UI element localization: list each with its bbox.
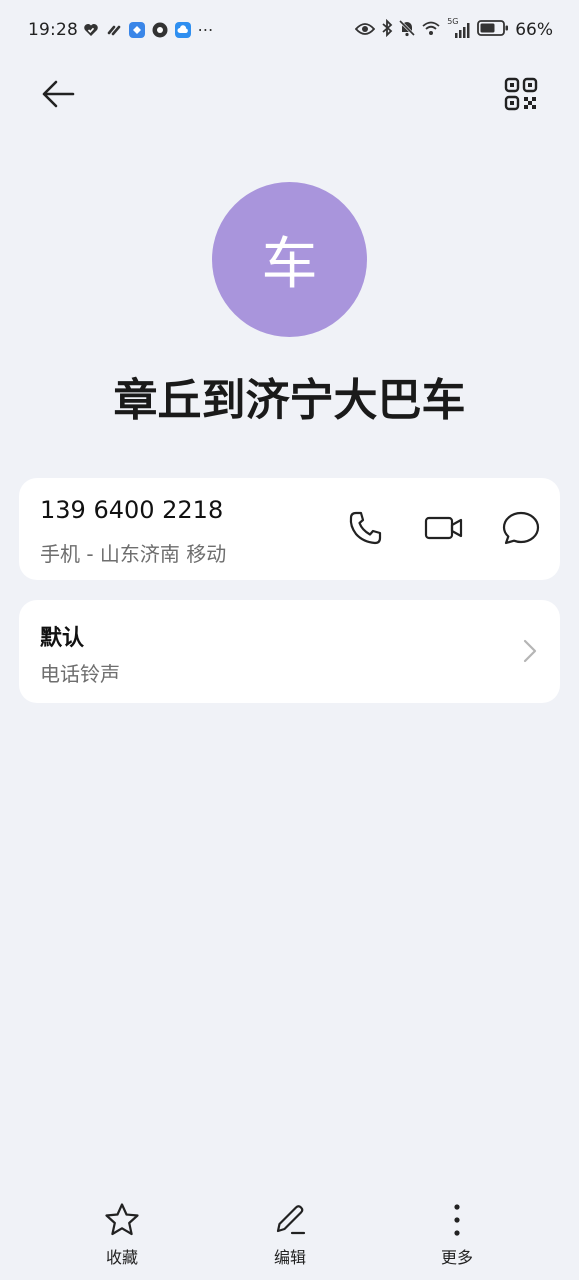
mute-bell-icon xyxy=(399,19,416,41)
contact-name: 章丘到济宁大巴车 xyxy=(113,375,466,426)
more-vertical-icon xyxy=(407,1200,507,1240)
ringtone-label: 电话铃声 xyxy=(40,662,120,686)
app-blue-icon xyxy=(128,21,145,38)
bluetooth-icon xyxy=(381,18,393,41)
favorite-button[interactable]: 收藏 xyxy=(72,1200,172,1268)
status-time: 19:28 xyxy=(28,20,78,40)
battery-percent: 66% xyxy=(515,20,553,40)
avatar-initial: 车 xyxy=(261,232,318,297)
phone-card[interactable]: 139 6400 2218 手机 - 山东济南 移动 xyxy=(19,478,560,580)
phone-call-icon xyxy=(348,510,384,550)
message-button[interactable] xyxy=(499,508,543,552)
arrow-left-icon xyxy=(41,79,75,113)
favorite-label: 收藏 xyxy=(105,1248,138,1267)
cloud-app-icon xyxy=(174,21,191,38)
phone-number[interactable]: 139 6400 2218 xyxy=(40,496,223,524)
link-icon xyxy=(105,21,122,38)
avatar[interactable]: 车 xyxy=(212,182,367,337)
call-button[interactable] xyxy=(344,508,388,552)
message-icon xyxy=(502,510,540,550)
ringtone-card[interactable]: 默认 电话铃声 xyxy=(19,600,560,703)
chevron-right-icon xyxy=(518,636,542,666)
video-call-button[interactable] xyxy=(422,508,466,552)
edit-button[interactable]: 编辑 xyxy=(240,1200,340,1268)
back-button[interactable] xyxy=(34,72,82,120)
edit-label: 编辑 xyxy=(273,1248,306,1267)
video-call-icon xyxy=(424,514,464,546)
qr-code-button[interactable] xyxy=(497,72,545,120)
status-right: 5G 66% xyxy=(354,17,553,41)
wifi-icon xyxy=(421,20,441,40)
battery-icon xyxy=(477,19,509,41)
phone-label: 手机 - 山东济南 移动 xyxy=(40,542,227,566)
chat-bubble-icon xyxy=(151,21,168,38)
qr-code-icon xyxy=(504,77,538,115)
more-label: 更多 xyxy=(440,1248,473,1267)
more-dots-icon: ⋯ xyxy=(197,20,214,39)
more-button[interactable]: 更多 xyxy=(407,1200,507,1268)
status-left-icons: ⋯ xyxy=(82,20,214,39)
ringtone-value: 默认 xyxy=(40,626,85,651)
eye-icon xyxy=(354,21,376,40)
heart-shield-icon xyxy=(82,21,99,38)
status-bar: 19:28 ⋯ 5G 66% xyxy=(0,0,579,64)
pencil-icon xyxy=(240,1200,340,1240)
star-icon xyxy=(72,1200,172,1240)
signal-icon: 5G xyxy=(447,17,471,39)
